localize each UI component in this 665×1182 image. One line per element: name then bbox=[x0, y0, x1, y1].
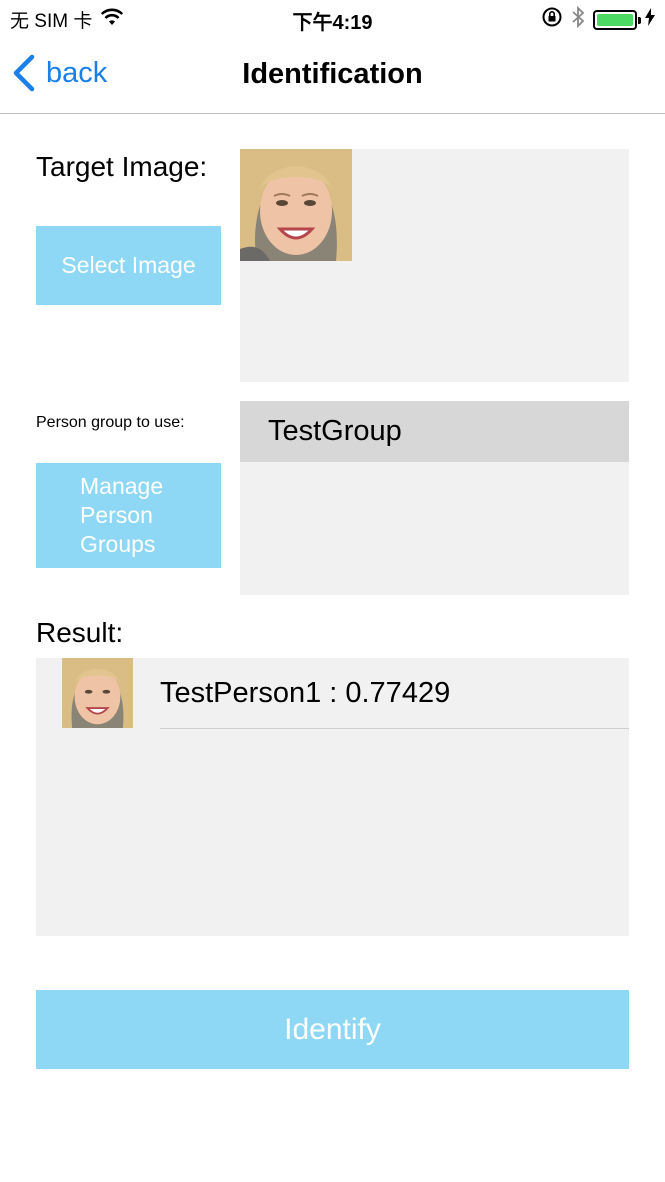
manage-person-groups-label: Manage Person Groups bbox=[80, 473, 164, 557]
identify-button[interactable]: Identify bbox=[36, 990, 629, 1069]
status-bar-right bbox=[541, 5, 655, 33]
target-face-image bbox=[240, 149, 352, 261]
person-group-label: Person group to use: bbox=[36, 414, 185, 431]
result-row-divider bbox=[160, 728, 629, 729]
charging-bolt-icon bbox=[645, 8, 655, 31]
target-image-label: Target Image: bbox=[36, 151, 208, 182]
rotation-lock-icon bbox=[541, 6, 563, 33]
person-group-name: TestGroup bbox=[268, 415, 402, 447]
nav-divider bbox=[0, 113, 665, 114]
person-group-row[interactable]: TestGroup bbox=[240, 401, 629, 462]
result-item-text[interactable]: TestPerson1 : 0.77429 bbox=[160, 677, 450, 710]
manage-person-groups-button[interactable]: Manage Person Groups bbox=[36, 463, 221, 568]
battery-icon bbox=[593, 9, 641, 30]
result-label: Result: bbox=[36, 617, 124, 648]
select-image-button[interactable]: Select Image bbox=[36, 226, 221, 305]
page-title: Identification bbox=[242, 58, 423, 90]
bluetooth-icon bbox=[571, 5, 585, 33]
result-face-thumbnail bbox=[62, 658, 133, 728]
